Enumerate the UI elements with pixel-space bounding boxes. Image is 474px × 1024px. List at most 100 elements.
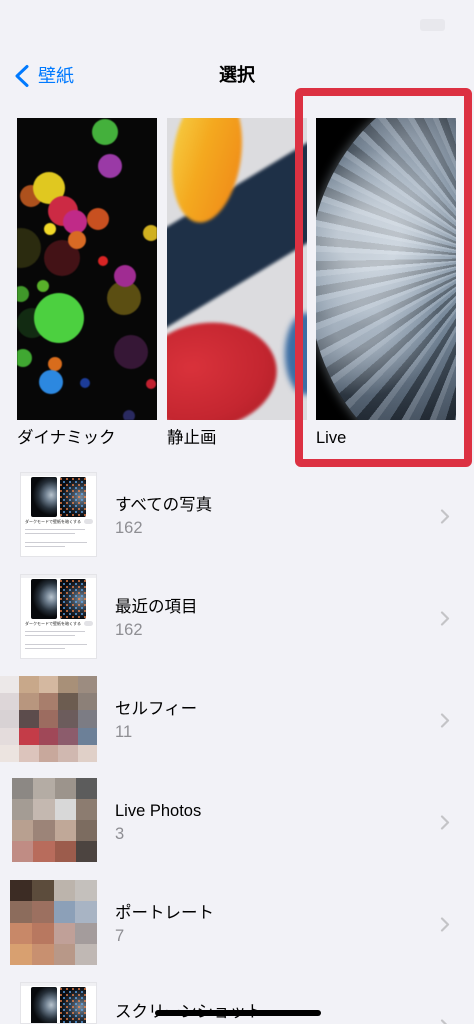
thumbnail-phone-preview	[31, 477, 57, 517]
mosaic-cell	[77, 744, 97, 762]
thumbnail-setting-text: ダークモードで壁紙を暗くする	[25, 519, 81, 524]
mosaic-cell	[19, 693, 39, 711]
mosaic-cell	[77, 693, 97, 711]
mosaic-cell	[53, 901, 76, 923]
album-row-screenshots[interactable]: スクリーンショット	[0, 982, 474, 1024]
mosaic-cell	[33, 820, 55, 841]
still-wallpaper-thumbnail[interactable]	[167, 118, 307, 420]
mosaic-cell	[0, 727, 20, 745]
mosaic-cell	[75, 901, 97, 923]
mosaic-cell	[77, 676, 97, 694]
album-thumbnail	[0, 676, 97, 762]
album-row-live-photos[interactable]: Live Photos 3	[0, 778, 474, 880]
bubble	[63, 210, 87, 234]
chevron-right-icon	[440, 611, 450, 626]
album-count: 11	[115, 723, 133, 741]
battery-icon	[420, 19, 445, 31]
bubble	[48, 357, 62, 371]
mosaic-cell	[75, 841, 97, 862]
album-count: 7	[115, 927, 125, 945]
mosaic-cell	[31, 880, 54, 902]
mosaic-cell	[0, 744, 20, 762]
mosaic-cell	[38, 727, 59, 745]
mosaic-cell	[19, 710, 39, 728]
screen: 壁紙 選択 ダイナミック 静止画 Live ダークモードで壁紙を暗くする すべて…	[0, 0, 474, 1024]
dynamic-wallpaper-thumbnail[interactable]	[17, 118, 157, 420]
bubble	[114, 265, 136, 287]
bubble	[92, 119, 118, 145]
thumbnail-text-line	[25, 644, 87, 646]
mosaic-cell	[10, 901, 32, 923]
mosaic-cell	[33, 778, 55, 799]
mosaic-cell	[77, 727, 97, 745]
mosaic-cell	[19, 727, 39, 745]
bubble	[98, 154, 122, 178]
album-thumbnail	[12, 778, 97, 862]
album-count: 3	[115, 825, 125, 843]
mosaic-cell	[31, 901, 54, 923]
thumbnail-toggle	[84, 621, 93, 626]
album-row-selfies[interactable]: セルフィー 11	[0, 676, 474, 778]
page-title: 選択	[219, 65, 255, 85]
bubble	[44, 223, 56, 235]
mosaic-cell	[54, 799, 76, 820]
album-row-portraits[interactable]: ポートレート 7	[0, 880, 474, 982]
mosaic-cell	[31, 922, 54, 944]
mosaic-cell	[58, 676, 78, 694]
category-still[interactable]: 静止画	[167, 118, 307, 453]
mosaic-cell	[12, 778, 34, 799]
thumbnail-status-bar	[21, 473, 96, 476]
thumbnail-toggle	[84, 519, 93, 524]
thumbnail-text-line	[25, 635, 75, 637]
album-title: 最近の項目	[115, 598, 198, 616]
mosaic-cell	[38, 676, 59, 694]
mosaic-cell	[10, 880, 32, 902]
bubble	[98, 256, 108, 266]
thumbnail-setting-text: ダークモードで壁紙を暗くする	[25, 621, 81, 626]
back-button[interactable]: 壁紙	[12, 62, 82, 90]
album-row-recents[interactable]: ダークモードで壁紙を暗くする 最近の項目 162	[0, 574, 474, 676]
mosaic-cell	[53, 880, 76, 902]
thumbnail-status-bar	[21, 575, 96, 578]
album-count: 162	[115, 621, 143, 639]
thumbnail-text-line	[25, 529, 85, 531]
bubble	[80, 378, 90, 388]
chevron-right-icon	[440, 713, 450, 728]
mosaic-cell	[10, 922, 32, 944]
mosaic-cell	[58, 693, 78, 711]
album-count: 162	[115, 519, 143, 537]
mosaic-cell	[19, 744, 39, 762]
home-indicator[interactable]	[155, 1010, 321, 1016]
thumbnail-text-line	[25, 648, 65, 650]
mosaic-cell	[75, 799, 97, 820]
mosaic-cell	[0, 676, 20, 694]
bubble	[87, 208, 109, 230]
thumbnail-text-line	[25, 546, 65, 548]
album-row-all-photos[interactable]: ダークモードで壁紙を暗くする すべての写真 162	[0, 472, 474, 574]
mosaic-cell	[75, 820, 97, 841]
bubble	[34, 293, 84, 343]
bubble	[114, 335, 148, 369]
album-title: ポートレート	[115, 904, 214, 922]
mosaic-cell	[38, 710, 59, 728]
mosaic-cell	[12, 820, 34, 841]
highlight-frame	[295, 88, 472, 467]
mosaic-cell	[31, 943, 54, 965]
bubble	[17, 286, 29, 302]
chevron-left-icon	[15, 65, 29, 87]
mosaic-cell	[38, 693, 59, 711]
category-label: ダイナミック	[17, 429, 116, 447]
thumbnail-phone-preview	[31, 579, 57, 619]
mosaic-cell	[58, 727, 78, 745]
category-label: 静止画	[167, 429, 217, 447]
chevron-right-icon	[440, 1019, 450, 1024]
category-dynamic[interactable]: ダイナミック	[17, 118, 157, 453]
red-shape	[167, 313, 284, 420]
album-title: Live Photos	[115, 802, 202, 820]
thumbnail-phone-preview	[60, 477, 86, 517]
chevron-right-icon	[440, 917, 450, 932]
mosaic-cell	[33, 841, 55, 862]
thumbnail-phone-preview	[60, 987, 86, 1023]
mosaic-cell	[75, 880, 97, 902]
chevron-right-icon	[440, 509, 450, 524]
